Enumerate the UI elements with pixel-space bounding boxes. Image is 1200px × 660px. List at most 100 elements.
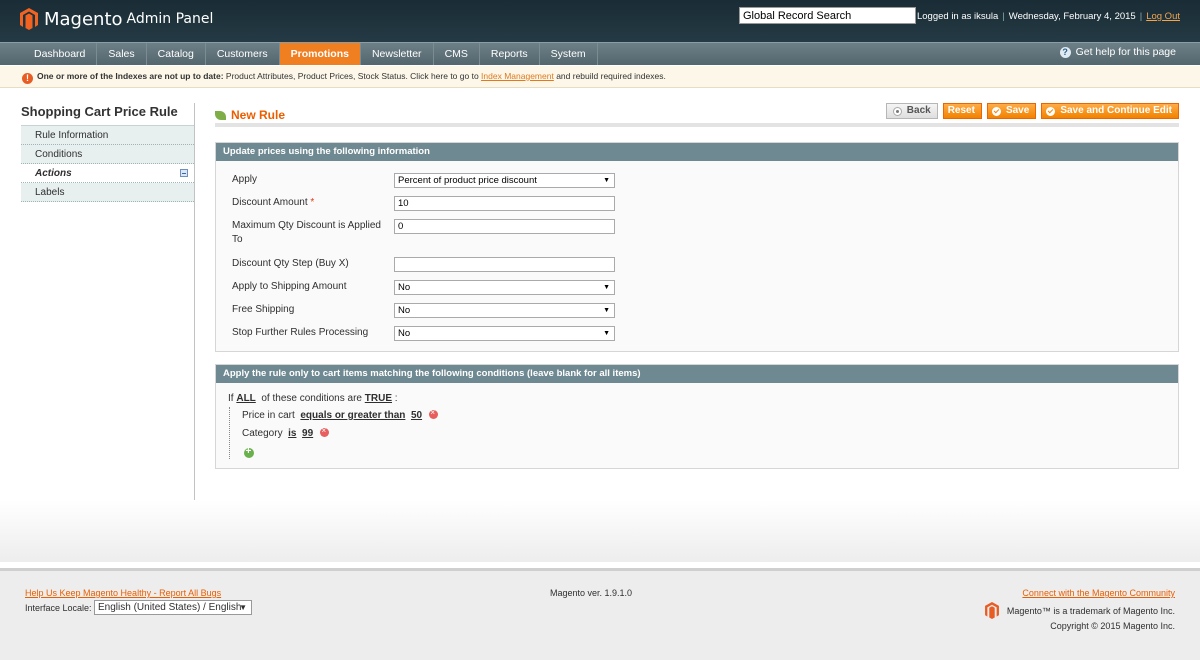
remove-icon[interactable] <box>319 426 329 437</box>
save-label: Save <box>1005 105 1030 116</box>
sidebar-title: Shopping Cart Price Rule <box>21 104 178 119</box>
index-notice: ! One or more of the Indexes are not up t… <box>0 66 1200 88</box>
free-shipping-value: No <box>398 305 411 316</box>
shipping-value: No <box>398 282 411 293</box>
conditions-fieldset: Apply the rule only to cart items matchi… <box>215 364 1179 469</box>
nav-sales[interactable]: Sales <box>97 43 147 65</box>
check-icon <box>991 106 1001 116</box>
header: Magento Admin Panel Logged in as iksula|… <box>0 0 1200 42</box>
apply-label: Apply <box>232 174 258 185</box>
locale-label: Interface Locale: <box>25 603 92 613</box>
free-shipping-label: Free Shipping <box>232 304 295 315</box>
stop-label: Stop Further Rules Processing <box>232 327 369 338</box>
stop-value: No <box>398 328 411 339</box>
tab-actions-label: Actions <box>35 168 72 179</box>
nav-promotions[interactable]: Promotions <box>279 43 361 65</box>
add-icon[interactable] <box>244 446 254 458</box>
trademark-text: Magento™ is a trademark of Magento Inc. <box>1006 605 1175 616</box>
rule-icon <box>215 110 226 120</box>
condition-value-link[interactable]: 99 <box>302 428 313 439</box>
back-button[interactable]: Back <box>885 103 938 119</box>
add-condition[interactable] <box>244 446 254 461</box>
notice-text: Product Attributes, Product Prices, Stoc… <box>223 71 482 81</box>
apply-select[interactable]: Percent of product price discount ▼ <box>394 173 615 188</box>
footer: Help Us Keep Magento Healthy - Report Al… <box>0 568 1200 660</box>
save-continue-button[interactable]: Save and Continue Edit <box>1041 103 1179 119</box>
brand-subtitle: Admin Panel <box>126 11 214 27</box>
stop-processing-select[interactable]: No ▼ <box>394 326 615 341</box>
locale-select[interactable]: English (United States) / English ▼ <box>94 600 252 615</box>
nav-cms[interactable]: CMS <box>434 43 480 65</box>
value-link[interactable]: TRUE <box>365 393 392 404</box>
tab-actions[interactable]: Actions <box>21 164 194 183</box>
free-shipping-select[interactable]: No ▼ <box>394 303 615 318</box>
collapse-icon <box>180 169 188 177</box>
apply-value: Percent of product price discount <box>398 175 537 186</box>
dropdown-arrow-icon: ▼ <box>603 177 610 184</box>
condition-operator-link[interactable]: equals or greater than <box>300 410 405 421</box>
page-title: New Rule <box>231 108 286 122</box>
remove-icon[interactable] <box>428 408 438 419</box>
dropdown-arrow-icon: ▼ <box>603 307 610 314</box>
tab-labels[interactable]: Labels <box>21 183 194 202</box>
actions-header: Update prices using the following inform… <box>216 143 1178 161</box>
condition-price: Price in cart equals or greater than 50 <box>242 408 438 421</box>
warning-icon: ! <box>22 73 33 84</box>
save-button[interactable]: Save <box>986 103 1037 119</box>
brand-name: Magento <box>44 8 123 30</box>
locale-value: English (United States) / English <box>98 602 242 613</box>
notice-after: and rebuild required indexes. <box>553 71 666 81</box>
copyright-text: Copyright © 2015 Magento Inc. <box>1050 621 1175 631</box>
conditions-header: Apply the rule only to cart items matchi… <box>216 365 1178 383</box>
dropdown-arrow-icon: ▼ <box>603 330 610 337</box>
check-icon <box>1046 106 1056 116</box>
trademark-row: Magento™ is a trademark of Magento Inc. <box>984 602 1175 619</box>
report-bugs-link[interactable]: Help Us Keep Magento Healthy - Report Al… <box>25 588 221 598</box>
discount-label: Discount Amount <box>232 197 308 208</box>
sidebar-tabs: Rule Information Conditions Actions Labe… <box>21 125 194 202</box>
help-link[interactable]: ? Get help for this page <box>1059 46 1176 58</box>
maxqty-label: Maximum Qty Discount is Applied To <box>232 220 381 245</box>
notice-bold: One or more of the Indexes are not up to… <box>37 71 224 81</box>
magento-logo[interactable]: Magento Admin Panel <box>20 8 213 30</box>
reset-label: Reset <box>947 105 975 116</box>
footer-spacer <box>0 500 1200 562</box>
help-label: Get help for this page <box>1075 46 1176 58</box>
tab-rule-information[interactable]: Rule Information <box>21 126 194 145</box>
apply-shipping-select[interactable]: No ▼ <box>394 280 615 295</box>
conditions-mid-text: of these conditions are <box>261 393 362 404</box>
condition-attribute: Price in cart <box>242 410 295 421</box>
nav-catalog[interactable]: Catalog <box>147 43 206 65</box>
logout-link[interactable]: Log Out <box>1146 11 1180 22</box>
required-marker: * <box>310 197 315 208</box>
global-search-input[interactable] <box>739 7 916 24</box>
step-label: Discount Qty Step (Buy X) <box>232 258 349 269</box>
nav-newsletter[interactable]: Newsletter <box>361 43 434 65</box>
reset-button[interactable]: Reset <box>942 103 982 119</box>
shipping-label: Apply to Shipping Amount <box>232 281 347 292</box>
discount-amount-input[interactable] <box>394 196 615 211</box>
nav-dashboard[interactable]: Dashboard <box>23 43 98 65</box>
help-icon: ? <box>1059 46 1071 58</box>
title-bar: New Rule Back Reset Save Save and Contin… <box>215 103 1179 127</box>
condition-value-link[interactable]: 50 <box>411 410 422 421</box>
action-buttons: Back Reset Save Save and Continue Edit <box>885 103 1179 119</box>
nav-customers[interactable]: Customers <box>206 43 280 65</box>
back-label: Back <box>906 105 931 116</box>
condition-root: If ALL of these conditions are TRUE : <box>228 393 398 404</box>
tab-conditions[interactable]: Conditions <box>21 145 194 164</box>
nav-system[interactable]: System <box>540 43 598 65</box>
discount-step-input[interactable] <box>394 257 615 272</box>
condition-tree-line <box>229 407 230 459</box>
community-link[interactable]: Connect with the Magento Community <box>1022 588 1175 598</box>
nav-reports[interactable]: Reports <box>480 43 540 65</box>
actions-fieldset: Update prices using the following inform… <box>215 142 1179 352</box>
index-management-link[interactable]: Index Management <box>481 71 554 81</box>
aggregator-link[interactable]: ALL <box>236 393 255 404</box>
dropdown-arrow-icon: ▼ <box>603 284 610 291</box>
max-qty-input[interactable] <box>394 219 615 234</box>
conditions-colon: : <box>394 393 398 404</box>
condition-operator-link[interactable]: is <box>288 428 296 439</box>
condition-category: Category is 99 <box>242 426 329 439</box>
discount-label-wrap: Discount Amount * <box>232 196 382 210</box>
